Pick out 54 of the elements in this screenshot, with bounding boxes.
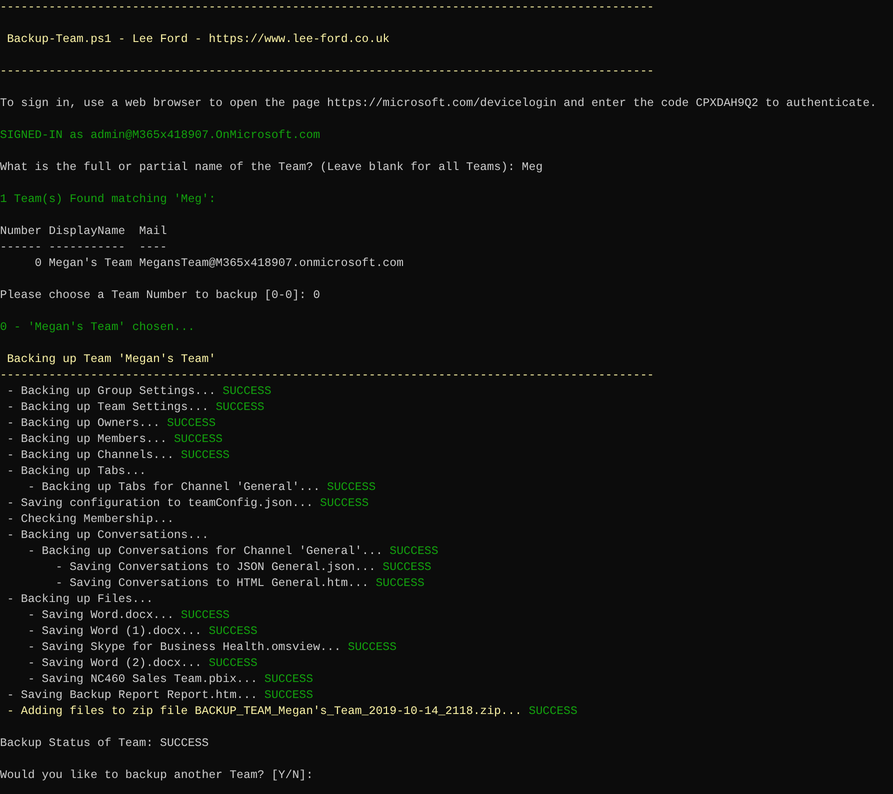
status-text: 1 Team(s) Found matching 'Meg':: [0, 192, 216, 208]
status-text: SUCCESS: [180, 608, 230, 624]
output-text: - Backing up Channels...: [6, 448, 175, 464]
status-text: SUCCESS: [222, 384, 272, 400]
status-text: SUCCESS: [390, 544, 438, 560]
status-text: SUCCESS: [208, 624, 258, 640]
output-text: - Backing up Tabs for Channel 'General'...: [26, 480, 322, 496]
output-text: - Backing up Conversations for Channel 'General'...: [26, 544, 384, 560]
status-text: SUCCESS: [320, 496, 369, 512]
status-text: SUCCESS: [327, 480, 376, 496]
status-text: SUCCESS: [174, 432, 223, 448]
heading-text: Backup-Team.ps1 - Lee Ford - https://www.lee-ford.co.uk: [6, 32, 390, 48]
output-text: - Backing up Conversations...: [6, 528, 209, 544]
output-text: 0 Megan's Team MegansTeam@M365x418907.onmicrosoft.com: [34, 256, 404, 272]
output-text: Number DisplayName Mail: [0, 224, 167, 240]
status-text: SUCCESS: [348, 640, 397, 656]
output-text: ------ ----------- ----: [0, 240, 167, 256]
output-text: To sign in, use a web browser to open the page https://microsoft.com/devicelogin and enter the code CPXDAH9Q2 to authenticate.: [0, 96, 877, 112]
status-text: SUCCESS: [208, 656, 258, 672]
output-text: - Backing up Members...: [6, 432, 168, 448]
output-text: - Backing up Files...: [6, 592, 154, 608]
output-text: Would you like to backup another Team? [Y/N]:: [0, 768, 314, 784]
heading-text: ----------------------------------------------------------------------------------------------: [0, 368, 654, 384]
status-text: SUCCESS: [376, 576, 424, 592]
status-text: SUCCESS: [264, 672, 314, 688]
heading-text: ----------------------------------------------------------------------------------------------: [0, 0, 654, 16]
heading-text: Backing up Team 'Megan's Team': [6, 352, 216, 368]
output-text: - Backing up Owners...: [6, 416, 162, 432]
output-text: Please choose a Team Number to backup [0-0]: 0: [0, 288, 320, 304]
status-text: SUCCESS: [166, 416, 216, 432]
output-text: - Saving Word.docx...: [26, 608, 175, 624]
status-text: SUCCESS: [216, 400, 264, 416]
output-text: - Saving Conversations to JSON General.json...: [54, 560, 377, 576]
status-text: SUCCESS: [264, 688, 314, 704]
output-text: - Saving Word (2).docx...: [26, 656, 203, 672]
output-text: - Saving Skype for Business Health.omsview...: [26, 640, 342, 656]
status-text: SUCCESS: [528, 704, 578, 720]
output-text: Backup Status of Team: SUCCESS: [0, 736, 209, 752]
output-text: - Saving Backup Report Report.htm...: [6, 688, 258, 704]
output-text: - Saving configuration to teamConfig.json...: [6, 496, 314, 512]
heading-text: - Adding files to zip file BACKUP_TEAM_Megan's_Team_2019-10-14_2118.zip...: [6, 704, 523, 720]
status-text: SUCCESS: [180, 448, 230, 464]
status-text: 0 - 'Megan's Team' chosen...: [0, 320, 195, 336]
output-text: - Backing up Team Settings...: [6, 400, 210, 416]
heading-text: ----------------------------------------------------------------------------------------------: [0, 64, 654, 80]
output-text: - Backing up Tabs...: [6, 464, 146, 480]
status-text: SUCCESS: [382, 560, 432, 576]
output-text: - Backing up Group Settings...: [6, 384, 217, 400]
output-text: - Saving Word (1).docx...: [26, 624, 203, 640]
output-text: - Checking Membership...: [6, 512, 174, 528]
status-text: SIGNED-IN as admin@M365x418907.OnMicrosoft.com: [0, 128, 320, 144]
output-text: - Saving NC460 Sales Team.pbix...: [26, 672, 258, 688]
output-text: What is the full or partial name of the Team? (Leave blank for all Teams): Meg: [0, 160, 543, 176]
output-text: - Saving Conversations to HTML General.htm...: [54, 576, 370, 592]
